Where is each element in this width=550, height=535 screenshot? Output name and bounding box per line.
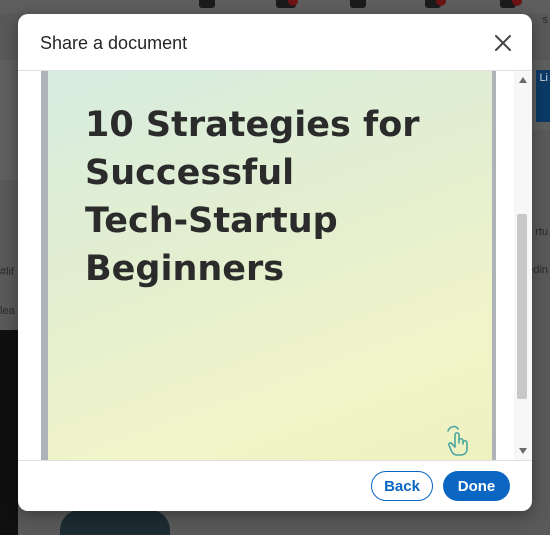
scroll-up-arrow-icon[interactable]	[518, 75, 528, 85]
scroll-thumb[interactable]	[517, 214, 527, 399]
background-left-image	[0, 330, 18, 535]
done-button[interactable]: Done	[443, 471, 510, 501]
background-bottom-image	[60, 510, 170, 535]
background-right-text-2: rtu	[535, 226, 548, 238]
document-frame: 10 Strategies for Successful Tech-Startu…	[41, 71, 496, 460]
background-top-nav	[0, 0, 550, 14]
background-left-card	[0, 60, 18, 180]
scroll-down-arrow-icon[interactable]	[518, 446, 528, 456]
background-right-text-4: s	[542, 14, 549, 26]
close-button[interactable]	[488, 28, 518, 58]
modal-title: Share a document	[40, 33, 188, 53]
background-right-text-1: Li	[539, 72, 548, 84]
modal-header: Share a document	[18, 14, 532, 71]
document-heading: 10 Strategies for Successful Tech-Startu…	[85, 105, 420, 289]
document-scrollbar[interactable]	[514, 71, 532, 460]
modal-footer: Back Done	[18, 460, 532, 511]
document-page: 10 Strategies for Successful Tech-Startu…	[48, 71, 492, 460]
jobs-icon	[350, 0, 366, 8]
background-left-text-1: #lif	[0, 266, 15, 278]
document-preview-area[interactable]: 10 Strategies for Successful Tech-Startu…	[18, 71, 532, 460]
hand-pointer-icon	[447, 425, 468, 456]
background-left-text-2: lea	[0, 305, 15, 317]
home-icon	[199, 0, 215, 8]
close-icon	[495, 35, 511, 51]
back-button[interactable]: Back	[371, 471, 433, 501]
share-document-modal: Share a document 10 Strategies for Succe…	[18, 14, 532, 511]
